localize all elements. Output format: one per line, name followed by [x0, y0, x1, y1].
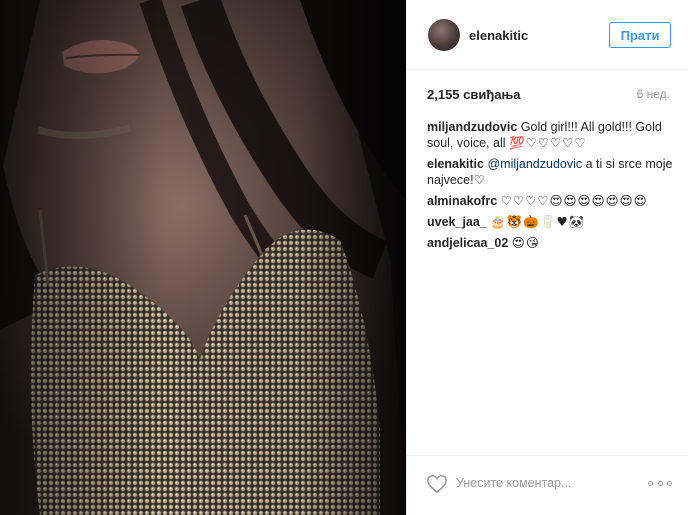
post-stats: 2,155 свиђања 6 нед.: [407, 70, 688, 110]
comment-username[interactable]: andjelicaa_02: [427, 236, 508, 250]
comment-input[interactable]: [456, 473, 636, 493]
username-link[interactable]: elenakitic: [469, 28, 528, 43]
follow-button[interactable]: Прати: [609, 22, 671, 48]
more-options-icon[interactable]: [648, 476, 672, 490]
comment-item: elenakitic @miljandzudovic a ti si srce …: [427, 156, 673, 188]
post-timestamp[interactable]: 6 нед.: [637, 87, 670, 101]
comment-emoji: ♡♡♡♡😍😍😍😍😍😍😍: [500, 193, 648, 208]
dot-icon: [648, 480, 653, 486]
comment-username[interactable]: alminakofrc: [427, 194, 497, 208]
comment-emoji: 😍😘: [511, 235, 540, 250]
post-sidebar: elenakitic Прати 2,155 свиђања 6 нед. mi…: [406, 0, 688, 515]
likes-count[interactable]: 2,155 свиђања: [427, 87, 521, 102]
photo-illustration: [0, 0, 406, 515]
comment-emoji: ♡: [473, 172, 486, 187]
comment-username[interactable]: uvek_jaa_: [427, 215, 487, 229]
post-footer: [407, 455, 688, 515]
comment-emoji: 🎂🐯🎃🥛♥🐼: [490, 214, 586, 229]
post-header: elenakitic Прати: [407, 0, 688, 70]
heart-outline-icon[interactable]: [426, 473, 448, 495]
comment-mention[interactable]: @miljandzudovic: [487, 157, 582, 171]
comment-username[interactable]: miljandzudovic: [427, 120, 517, 134]
comment-item: alminakofrc ♡♡♡♡😍😍😍😍😍😍😍: [427, 193, 673, 209]
comment-username[interactable]: elenakitic: [427, 157, 484, 171]
dot-icon: [667, 480, 672, 486]
avatar[interactable]: [428, 19, 460, 51]
comment-item: miljandzudovic Gold girl!!! All gold!!! …: [427, 119, 673, 151]
comments-list: miljandzudovic Gold girl!!! All gold!!! …: [427, 119, 673, 256]
comment-item: uvek_jaa_ 🎂🐯🎃🥛♥🐼: [427, 214, 673, 230]
comment-item: andjelicaa_02 😍😘: [427, 235, 673, 251]
comment-emoji: 💯♡♡♡♡♡: [508, 135, 587, 150]
dot-icon: [657, 480, 663, 486]
post-photo[interactable]: [0, 0, 406, 515]
